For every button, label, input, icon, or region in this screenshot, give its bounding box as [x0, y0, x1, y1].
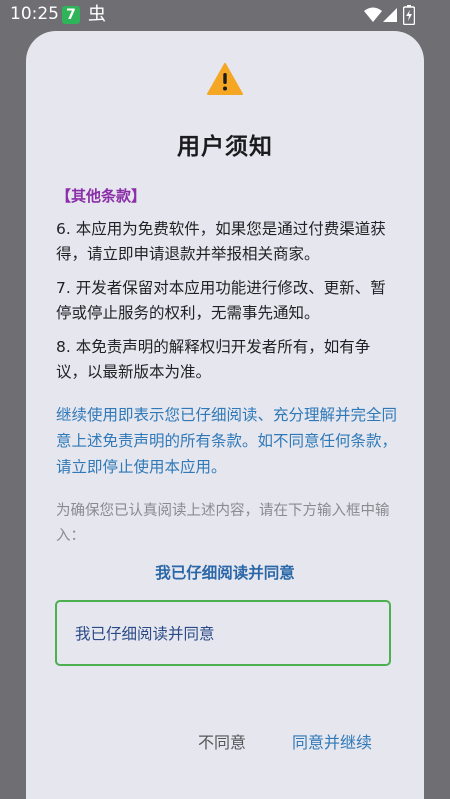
clause-7: 7. 开发者保留对本应用功能进行修改、更新、暂停或停止服务的权利，无需事先通知。 — [56, 279, 386, 322]
input-instruction: 为确保您已认真阅读上述内容，请在下方输入框中输入： — [56, 503, 390, 544]
confirmation-input[interactable]: 我已仔细阅读并同意 — [55, 600, 391, 666]
agree-continue-button[interactable]: 同意并继续 — [292, 729, 372, 753]
bug-notification-icon: 虫 — [88, 4, 106, 25]
disagree-button[interactable]: 不同意 — [198, 729, 246, 753]
app-notification-icon: 7 — [62, 6, 80, 24]
wifi-icon — [364, 7, 382, 22]
cellular-signal-icon — [383, 8, 397, 22]
consent-notice: 继续使用即表示您已仔细阅读、充分理解并完全同意上述免责声明的所有条款。如不同意任… — [56, 406, 398, 476]
clause-6: 6. 本应用为免费软件，如果您是通过付费渠道获得，请立即申请退款并举报相关商家。 — [56, 220, 386, 263]
status-time: 10:25 — [10, 4, 59, 24]
user-notice-dialog: 用户须知 【其他条款】 6. 本应用为免费软件，如果您是通过付费渠道获得，请立即… — [26, 31, 424, 799]
dialog-title: 用户须知 — [177, 134, 273, 160]
battery-charging-icon — [403, 5, 415, 25]
section-heading: 【其他条款】 — [56, 187, 147, 205]
required-phrase: 我已仔细阅读并同意 — [155, 564, 295, 582]
status-bar: 10:25 7 虫 — [0, 0, 450, 30]
clause-8: 8. 本免责声明的解释权归开发者所有，如有争议，以最新版本为准。 — [56, 338, 371, 381]
warning-icon — [207, 63, 243, 95]
